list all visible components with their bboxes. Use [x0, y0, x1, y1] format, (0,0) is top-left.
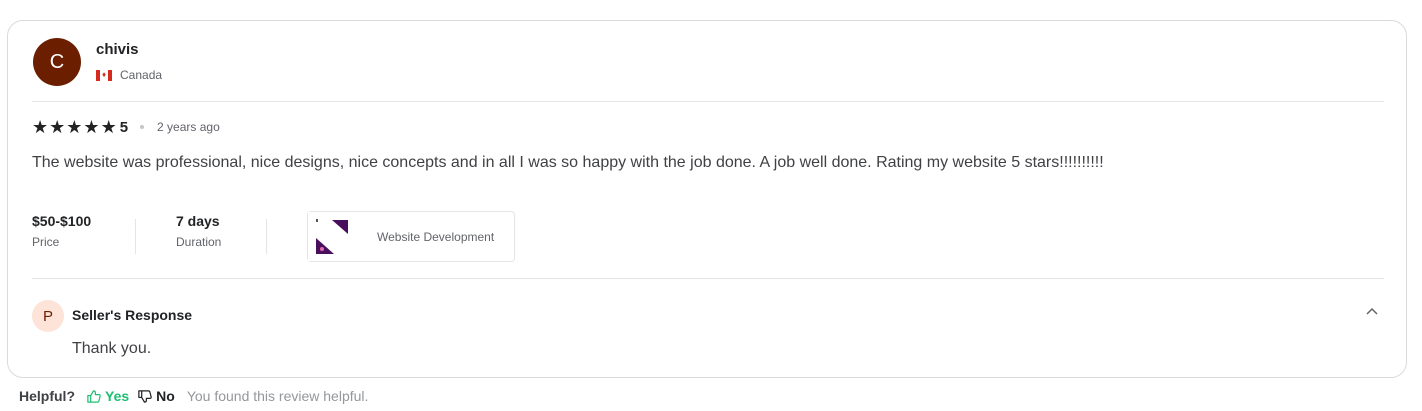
review-card: C chivis ♦ Canada ★ ★ ★ ★ ★ 5 2 years ag… — [7, 20, 1407, 378]
price-value: $50-$100 — [32, 213, 92, 229]
seller-initial: P — [42, 307, 53, 325]
helpful-no-button[interactable]: No — [137, 388, 175, 404]
duration-info: 7 days Duration — [176, 213, 221, 249]
price-label: Price — [32, 235, 60, 249]
duration-value: 7 days — [176, 213, 220, 229]
yes-label: Yes — [105, 388, 130, 404]
review-text: The website was professional, nice desig… — [32, 154, 1104, 171]
star-icon: ★ — [66, 117, 83, 137]
meta-divider — [266, 219, 267, 254]
review-time: 2 years ago — [157, 120, 220, 134]
country-label: Canada — [120, 68, 163, 82]
star-icon: ★ — [32, 117, 49, 137]
separator-dot — [140, 125, 145, 129]
gig-thumbnail — [308, 212, 372, 261]
gig-title: Website Development — [377, 229, 495, 244]
helpful-yes-button[interactable]: Yes — [86, 388, 129, 404]
meta-divider — [135, 219, 136, 254]
helpful-row: Helpful? Yes No You found this review he… — [19, 388, 368, 404]
response-divider — [32, 278, 1384, 279]
header-divider — [32, 101, 1384, 102]
reviewer-country: ♦ Canada — [96, 68, 162, 82]
thumbs-up-icon — [87, 389, 101, 403]
star-icon: ★ — [100, 117, 117, 137]
helpful-question: Helpful? — [19, 388, 75, 404]
canada-flag-icon: ♦ — [96, 69, 112, 81]
chevron-up-icon[interactable] — [1364, 304, 1380, 320]
helpful-note: You found this review helpful. — [186, 388, 369, 404]
thumbs-down-icon — [138, 389, 152, 403]
reviewer-name[interactable]: chivis — [96, 41, 139, 58]
gig-card[interactable]: Website Development — [307, 211, 515, 262]
seller-response-text: Thank you. — [72, 340, 152, 357]
no-label: No — [156, 388, 175, 404]
rating-row: ★ ★ ★ ★ ★ 5 2 years ago — [32, 118, 220, 136]
star-icon: ★ — [49, 117, 66, 137]
star-icon: ★ — [83, 117, 100, 137]
seller-avatar: P — [32, 300, 64, 332]
reviewer-avatar[interactable]: C — [33, 38, 81, 86]
price-info: $50-$100 Price — [32, 213, 91, 249]
seller-response-title: Seller's Response — [72, 307, 193, 323]
duration-label: Duration — [176, 235, 222, 249]
rating-value: 5 — [119, 118, 129, 136]
star-rating: ★ ★ ★ ★ ★ — [32, 118, 117, 136]
reviewer-initial: C — [49, 50, 65, 73]
